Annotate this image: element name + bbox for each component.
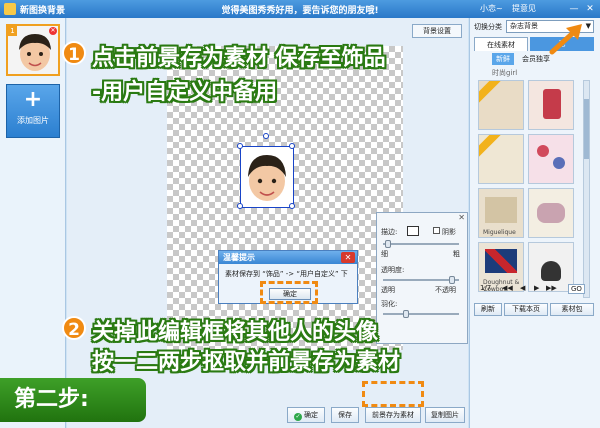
- thumbnail-index: 1: [8, 26, 17, 36]
- arrow-icon: [549, 24, 582, 55]
- slider-knob[interactable]: [449, 276, 455, 284]
- minimize-button[interactable]: —: [568, 3, 580, 15]
- subtab-new[interactable]: 新鲜: [492, 53, 514, 65]
- last-page-button[interactable]: ▶▶: [546, 284, 557, 292]
- resize-handle[interactable]: [237, 143, 243, 149]
- search-keyword: 时尚girl: [492, 69, 518, 77]
- material-item[interactable]: [528, 188, 574, 238]
- resize-handle[interactable]: [289, 143, 295, 149]
- thin-label: 细: [381, 250, 388, 258]
- stroke-color-swatch[interactable]: [407, 226, 419, 236]
- decor-shape: [543, 89, 561, 119]
- next-page-button[interactable]: ▶: [534, 284, 539, 292]
- tab-online-materials[interactable]: 在线素材: [474, 37, 528, 51]
- transparency-label: 透明度:: [381, 266, 405, 274]
- step2-instruction-line2: 按一二两步抠取并前景存为素材: [92, 350, 401, 375]
- banner-text: 觉得美图秀秀好用，要告诉您的朋友哦!: [221, 6, 379, 16]
- check-icon: ✓: [294, 413, 302, 421]
- step1-number: 1: [62, 41, 86, 65]
- material-scrollbar[interactable]: [583, 80, 590, 298]
- highlight-dialog-ok: [260, 281, 318, 304]
- refresh-button[interactable]: 刷新: [474, 303, 502, 316]
- foreground-selection[interactable]: [237, 133, 295, 209]
- decor-shape: [553, 157, 565, 169]
- user-name[interactable]: 小恋~: [480, 3, 503, 14]
- material-item[interactable]: Miguelique: [478, 188, 524, 238]
- highlight-save-as-material: [362, 381, 424, 407]
- step2-instruction-line1: 关掉此编辑框将其他人的头像: [92, 320, 379, 345]
- image-list-panel: 1 ✕ + 添加图片: [0, 18, 66, 428]
- category-value: 杂志背景: [510, 22, 538, 30]
- dialog-close-button[interactable]: ✕: [341, 252, 355, 263]
- edit-panel: ✕ 描边: 阴影 细 粗 透明度: 透明 不透明 羽化:: [376, 212, 468, 344]
- confirm-button[interactable]: ✓ 确定: [287, 407, 325, 423]
- feedback-link[interactable]: 提意见: [512, 3, 536, 14]
- feather-slider[interactable]: [383, 310, 459, 318]
- step1-instruction-line1: 点击前景存为素材 保存至饰品: [92, 46, 386, 71]
- material-item[interactable]: [528, 80, 574, 130]
- child-head-cutout: [248, 155, 286, 201]
- material-pack-button[interactable]: 素材包: [550, 303, 594, 316]
- scrollbar-thumb[interactable]: [584, 99, 589, 159]
- decor-shape: [485, 197, 517, 223]
- plus-icon: +: [23, 87, 43, 112]
- ribbon-badge: [479, 81, 504, 106]
- delete-thumbnail-icon[interactable]: ✕: [49, 27, 57, 35]
- save-button[interactable]: 保存: [331, 407, 359, 423]
- title-bar: 新图换背景 觉得美图秀秀好用，要告诉您的朋友哦! 小恋~ 提意见 — ✕: [0, 0, 600, 18]
- slider-knob[interactable]: [385, 240, 391, 248]
- first-page-button[interactable]: ◀◀: [502, 284, 513, 292]
- close-window-button[interactable]: ✕: [584, 3, 596, 15]
- shadow-label: 阴影: [442, 228, 456, 236]
- thick-label: 粗: [453, 250, 460, 258]
- material-item[interactable]: [478, 80, 524, 130]
- slider-knob[interactable]: [403, 310, 409, 318]
- dialog-message: 素材保存到 “饰品” -> “用户自定义” 下: [225, 270, 348, 278]
- material-panel: 切换分类 杂志背景 ▼ 在线素材 已 新鲜 会员独享 时尚girl Miguel…: [469, 18, 600, 428]
- confirm-label: 确定: [304, 411, 318, 419]
- step1-instruction-line2: -用户自定义中备用: [92, 80, 278, 105]
- ribbon-badge: [479, 135, 504, 160]
- material-caption: Miguelique: [483, 229, 516, 236]
- step2-number: 2: [62, 316, 86, 340]
- copy-image-button[interactable]: 复制图片: [425, 407, 465, 423]
- dialog-title: 温馨提示: [219, 251, 357, 264]
- go-button[interactable]: GO: [568, 284, 585, 294]
- background-setting-button[interactable]: 背景设置: [412, 24, 462, 38]
- feather-label: 羽化:: [381, 300, 398, 308]
- decor-shape: [537, 203, 565, 223]
- stroke-label: 描边:: [381, 228, 398, 236]
- save-foreground-as-material-button[interactable]: 前景存为素材: [365, 407, 421, 423]
- download-page-button[interactable]: 下载本页: [504, 303, 548, 316]
- add-image-label: 添加图片: [17, 116, 49, 125]
- shadow-checkbox[interactable]: [433, 227, 440, 234]
- gramophone-image: [541, 261, 561, 281]
- transparency-slider[interactable]: [383, 276, 459, 284]
- stroke-width-slider[interactable]: [383, 240, 459, 248]
- flag-image: [485, 249, 517, 273]
- page-indicator: 1/7: [480, 284, 492, 292]
- resize-handle[interactable]: [237, 203, 243, 209]
- material-grid: Miguelique Doughnut & Cowboy: [478, 80, 574, 294]
- edit-panel-close-icon[interactable]: ✕: [458, 213, 465, 222]
- switch-category-label: 切换分类: [474, 23, 502, 31]
- transparent-label: 透明: [381, 286, 395, 294]
- rotate-handle[interactable]: [263, 133, 269, 139]
- add-image-button[interactable]: + 添加图片: [6, 84, 60, 138]
- decor-shape: [537, 145, 549, 157]
- material-item[interactable]: [528, 134, 574, 184]
- prev-page-button[interactable]: ◀: [520, 284, 525, 292]
- image-thumbnail[interactable]: 1 ✕: [6, 24, 60, 76]
- resize-handle[interactable]: [289, 203, 295, 209]
- opaque-label: 不透明: [435, 286, 456, 294]
- step-label: 第二步:: [0, 378, 146, 422]
- material-item[interactable]: [478, 134, 524, 184]
